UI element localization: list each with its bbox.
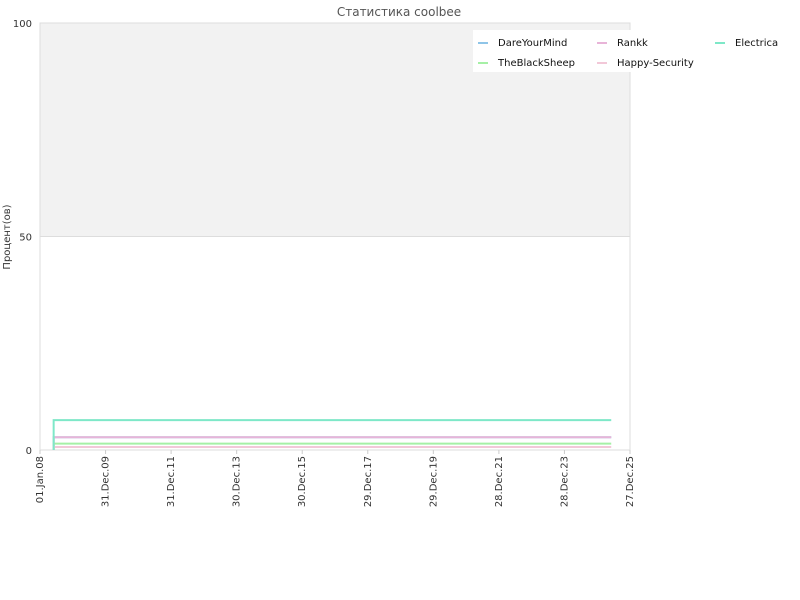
y-tick-label: 100 [13, 19, 32, 30]
legend-label: DareYourMind [498, 38, 567, 49]
legend[interactable]: DareYourMind TheBlackSheep Rankk Happy-Secu… [473, 30, 800, 72]
y-tick-label: 50 [19, 233, 32, 244]
legend-label: TheBlackSheep [497, 58, 575, 69]
legend-label: Rankk [617, 38, 648, 49]
chart-title: Статистика coolbee [337, 5, 461, 19]
legend-label: Happy-Security [617, 58, 694, 69]
x-tick-label: 30.Dec.13 [232, 456, 243, 507]
y-axis: 0 50 100 [13, 19, 32, 457]
x-tick-label: 28.Dec.21 [494, 456, 505, 507]
x-tick-label: 01.Jan.08 [35, 456, 46, 503]
y-axis-label: Процент(ов) [2, 204, 13, 269]
x-tick-label: 31.Dec.09 [101, 456, 112, 507]
x-axis: 01.Jan.08 31.Dec.09 31.Dec.11 30.Dec.13 30.D… [35, 450, 636, 507]
x-tick-label: 31.Dec.11 [166, 456, 177, 507]
x-tick-label: 30.Dec.15 [297, 456, 308, 507]
series [52, 419, 612, 450]
x-tick-label: 27.Dec.25 [625, 456, 636, 507]
x-tick-label: 29.Dec.17 [363, 456, 374, 507]
series-line [52, 419, 612, 450]
chart: Статистика coolbee 0 50 100 Процент(ов) 01… [2, 5, 800, 507]
x-tick-label: 29.Dec.19 [428, 456, 439, 507]
legend-label: Electrica [735, 38, 778, 49]
x-tick-label: 28.Dec.23 [559, 456, 570, 507]
y-tick-label: 0 [26, 446, 32, 457]
